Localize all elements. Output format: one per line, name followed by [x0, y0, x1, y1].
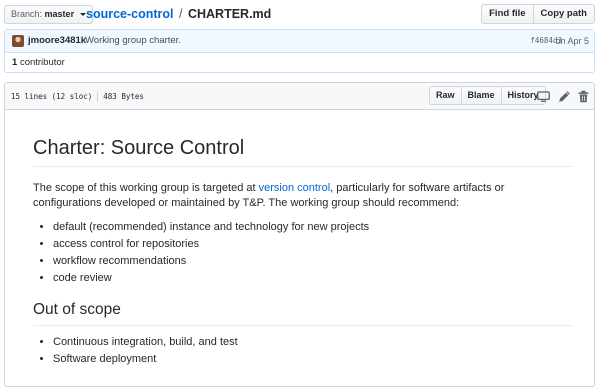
file-lines: 15 lines (12 sloc) — [11, 92, 93, 101]
commit-tease: jmoore3481k Working group charter. f4684… — [4, 29, 595, 73]
list-item: Software deployment — [53, 351, 573, 368]
breadcrumb: source-control / CHARTER.md — [86, 6, 271, 22]
file-info: 15 lines (12 sloc) 483 Bytes — [11, 91, 144, 102]
blame-button[interactable]: Blame — [461, 86, 502, 105]
file-navigation: Branch: master source-control / CHARTER.… — [0, 0, 599, 28]
commit-date: on Apr 5 — [555, 36, 589, 46]
find-file-button[interactable]: Find file — [481, 4, 534, 24]
markdown-body: Charter: Source Control The scope of thi… — [33, 135, 573, 368]
file-size: 483 Bytes — [103, 92, 144, 101]
scope-text-before: The scope of this working group is targe… — [33, 182, 259, 194]
avatar[interactable] — [12, 35, 24, 47]
contributors-count: 1 — [12, 57, 18, 68]
pencil-icon[interactable] — [558, 90, 571, 103]
raw-button[interactable]: Raw — [429, 86, 462, 105]
readme-title: Charter: Source Control — [33, 135, 573, 167]
list-item: code review — [53, 270, 573, 287]
latest-commit: jmoore3481k Working group charter. f4684… — [5, 30, 594, 53]
breadcrumb-repo-link[interactable]: source-control — [86, 7, 174, 21]
file-actions: Find file Copy path — [481, 4, 595, 24]
recommendation-list: default (recommended) instance and techn… — [53, 219, 573, 287]
out-of-scope-heading: Out of scope — [33, 299, 573, 326]
list-item: Continuous integration, build, and test — [53, 334, 573, 351]
breadcrumb-separator: / — [179, 7, 183, 21]
desktop-icon[interactable] — [537, 90, 550, 103]
file-view-buttons: Raw Blame History — [429, 86, 546, 105]
contributors-link[interactable]: 1 contributor — [12, 57, 65, 69]
list-item: default (recommended) instance and techn… — [53, 219, 573, 236]
file-info-divider — [97, 92, 99, 102]
file-viewer: 15 lines (12 sloc) 483 Bytes Raw Blame Hi… — [4, 82, 595, 387]
trash-icon[interactable] — [577, 90, 590, 103]
breadcrumb-file-name: CHARTER.md — [187, 7, 272, 21]
file-header: 15 lines (12 sloc) 483 Bytes Raw Blame Hi… — [5, 83, 594, 110]
commit-author-link[interactable]: jmoore3481k — [28, 35, 86, 47]
scope-paragraph: The scope of this working group is targe… — [33, 181, 573, 211]
contributors-label: contributor — [19, 57, 65, 68]
list-item: workflow recommendations — [53, 253, 573, 270]
branch-name: master — [44, 9, 75, 19]
branch-select-button[interactable]: Branch: master — [4, 5, 93, 24]
copy-path-button[interactable]: Copy path — [533, 4, 595, 24]
caret-down-icon — [79, 13, 86, 17]
out-of-scope-list: Continuous integration, build, and test … — [53, 334, 573, 368]
list-item: access control for repositories — [53, 236, 573, 253]
commit-message-link[interactable]: Working group charter. — [85, 35, 181, 47]
branch-label: Branch: — [11, 9, 43, 19]
version-control-link[interactable]: version control — [259, 182, 331, 194]
